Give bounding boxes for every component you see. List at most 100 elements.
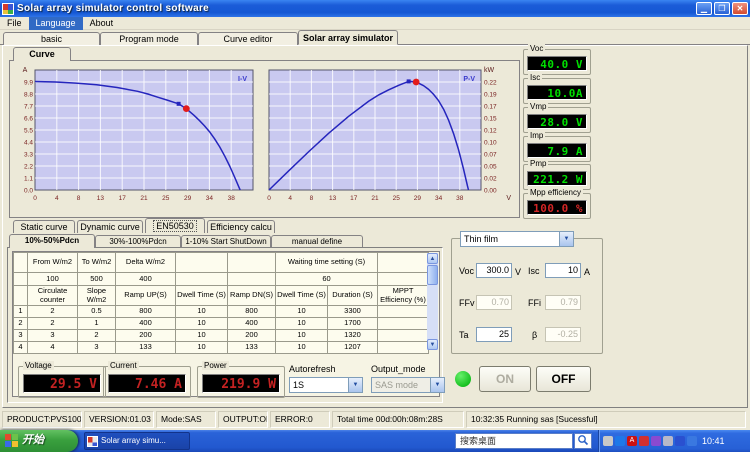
table-cell[interactable]: 400	[115, 272, 176, 286]
table-cell[interactable]: 1320	[327, 329, 378, 342]
table-cell[interactable]	[227, 252, 276, 273]
table-cell[interactable]: 100	[27, 272, 78, 286]
table-cell[interactable]: Circulate counter	[27, 285, 78, 306]
security-shield-icon[interactable]	[639, 436, 649, 446]
table-cell[interactable]: 10	[175, 317, 228, 330]
scroll-down-icon[interactable]: ▼	[427, 339, 438, 350]
table-cell[interactable]: 10	[175, 341, 228, 354]
table-cell[interactable]: 200	[115, 329, 176, 342]
table-cell[interactable]: 133	[227, 341, 276, 354]
bluetooth-icon[interactable]	[615, 436, 625, 446]
table-cell[interactable]: 1	[13, 305, 28, 318]
table-cell[interactable]	[13, 252, 28, 273]
table-cell[interactable]: 500	[77, 272, 116, 286]
minimize-button[interactable]: ▁	[696, 2, 712, 15]
table-cell[interactable]: 2	[77, 329, 116, 342]
table-cell[interactable]: Dwell Time (S)	[175, 285, 228, 306]
scroll-up-icon[interactable]: ▲	[427, 253, 438, 264]
close-button[interactable]: ✕	[732, 2, 748, 15]
table-cell[interactable]: Ramp UP(S)	[115, 285, 176, 306]
table-cell[interactable]: 10	[275, 329, 328, 342]
table-cell[interactable]	[377, 305, 429, 318]
table-cell[interactable]: 1207	[327, 341, 378, 354]
tab-efficiency-calcu[interactable]: Efficiency calcu	[207, 220, 275, 233]
menu-file[interactable]: File	[0, 17, 29, 30]
table-cell[interactable]	[377, 252, 429, 273]
table-cell[interactable]: 400	[227, 317, 276, 330]
table-cell[interactable]: 10	[275, 305, 328, 318]
table-cell[interactable]: 4	[27, 341, 78, 354]
table-cell[interactable]	[377, 329, 429, 342]
table-cell[interactable]: Dwell Time (S)	[275, 285, 328, 306]
table-cell[interactable]: 10	[275, 341, 328, 354]
en50530-table[interactable]: From W/m2 To W/m2 Delta W/m2 Waiting time s…	[13, 252, 429, 354]
table-cell[interactable]: 3	[27, 329, 78, 342]
table-cell[interactable]: 133	[115, 341, 176, 354]
module-type-select[interactable]: Thin film ▼	[460, 231, 574, 247]
tab-static-curve[interactable]: Static curve	[13, 220, 75, 233]
table-cell[interactable]: 3	[13, 329, 28, 342]
vpn-shield-icon[interactable]	[675, 436, 685, 446]
tab-basic[interactable]: basic	[3, 32, 100, 45]
table-cell[interactable]: 800	[227, 305, 276, 318]
table-cell[interactable]: Slope W/m2	[77, 285, 116, 306]
scrollbar-thumb[interactable]	[427, 265, 438, 285]
table-cell[interactable]: Ramp DN(S)	[227, 285, 276, 306]
messenger-icon[interactable]	[651, 436, 661, 446]
tab-curve[interactable]: Curve	[13, 47, 71, 61]
audio-icon[interactable]	[663, 436, 673, 446]
off-button[interactable]: OFF	[536, 366, 591, 392]
table-cell[interactable]: 10	[175, 305, 228, 318]
voc-input[interactable]: 300.0	[476, 263, 512, 278]
subtab-10-50pdcn[interactable]: 10%-50%Pdcn	[9, 234, 95, 248]
table-cell[interactable]	[377, 272, 429, 286]
table-cell[interactable]: 10	[175, 329, 228, 342]
tab-en50530[interactable]: EN50530	[145, 218, 205, 233]
autorefresh-select[interactable]: 1S ▼	[289, 377, 363, 393]
table-cell[interactable]	[377, 341, 429, 354]
tab-curve-editor[interactable]: Curve editor	[198, 32, 298, 45]
search-icon[interactable]	[574, 433, 592, 449]
table-cell[interactable]	[13, 285, 28, 306]
table-cell[interactable]: 800	[115, 305, 176, 318]
start-button[interactable]: 开始	[0, 430, 78, 452]
ati-icon[interactable]: A	[627, 436, 637, 446]
tab-program-mode[interactable]: Program mode	[100, 32, 198, 45]
table-cell[interactable]	[175, 252, 228, 273]
chevron-down-icon[interactable]: ▼	[348, 378, 362, 392]
table-cell[interactable]: Duration (S)	[327, 285, 378, 306]
chevron-down-icon[interactable]: ▼	[559, 232, 573, 246]
table-cell[interactable]: 200	[227, 329, 276, 342]
table-cell[interactable]: 10	[275, 317, 328, 330]
tab-dynamic-curve[interactable]: Dynamic curve	[77, 220, 143, 233]
table-cell[interactable]: 1	[77, 317, 116, 330]
menu-language[interactable]: Language	[28, 16, 83, 30]
table-cell[interactable]: 3	[77, 341, 116, 354]
antivirus-shield-icon[interactable]	[687, 436, 697, 446]
ta-input[interactable]: 25	[476, 327, 512, 342]
table-cell[interactable]: To W/m2	[77, 252, 116, 273]
table-cell[interactable]: 400	[115, 317, 176, 330]
table-cell[interactable]: From W/m2	[27, 252, 78, 273]
isc-input[interactable]: 10	[545, 263, 581, 278]
table-cell[interactable]	[13, 272, 28, 286]
table-cell[interactable]: MPPT Efficiency (%)	[377, 285, 429, 306]
tab-solar-array-simulator[interactable]: Solar array simulator	[298, 30, 398, 45]
restore-button[interactable]: ❐	[714, 2, 730, 15]
table-cell[interactable]	[175, 272, 228, 286]
table-cell[interactable]	[227, 272, 276, 286]
table-cell[interactable]: 2	[27, 317, 78, 330]
keyboard-icon[interactable]	[603, 436, 613, 446]
table-scrollbar[interactable]: ▲ ▼	[427, 253, 438, 350]
table-cell[interactable]: 3300	[327, 305, 378, 318]
table-cell[interactable]: Waiting time setting (S)	[275, 252, 378, 273]
table-cell[interactable]: 60	[275, 272, 378, 286]
table-cell[interactable]: 4	[13, 341, 28, 354]
table-cell[interactable]: 1700	[327, 317, 378, 330]
table-cell[interactable]: Delta W/m2	[115, 252, 176, 273]
table-cell[interactable]: 2	[13, 317, 28, 330]
menu-about[interactable]: About	[83, 17, 121, 30]
desktop-search-input[interactable]: 搜索桌面	[455, 433, 573, 449]
taskbar-item-solar-array[interactable]: Solar array simu...	[84, 432, 190, 450]
table-cell[interactable]: 2	[27, 305, 78, 318]
